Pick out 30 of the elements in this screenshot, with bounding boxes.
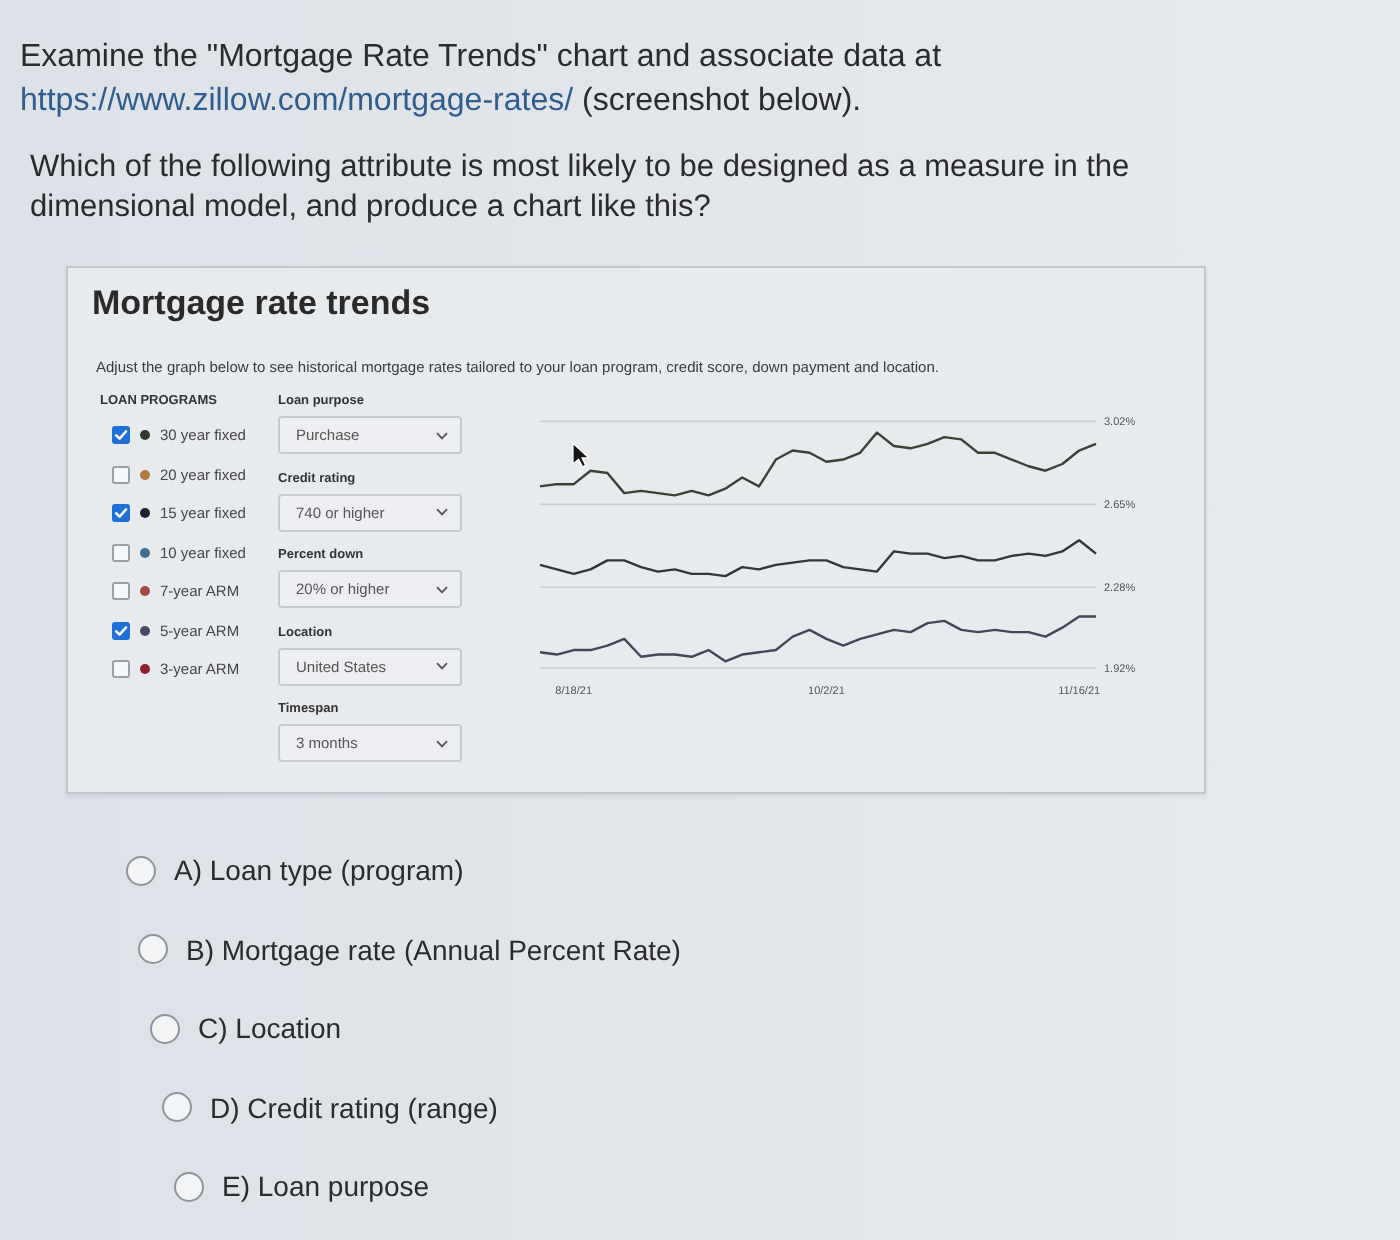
checkmark-icon — [114, 428, 128, 443]
option-label: E) Loan purpose — [222, 1168, 430, 1204]
question-prompt: Which of the following attribute is most likely to be designed as a measure in the dimensional model, and produce a chart like this? — [30, 148, 1132, 228]
checkbox[interactable] — [112, 660, 130, 679]
chevron-down-icon — [436, 508, 448, 516]
chevron-down-icon — [436, 431, 448, 439]
chevron-down-icon — [436, 585, 448, 593]
radio-button[interactable] — [162, 1092, 192, 1122]
chevron-down-icon — [436, 739, 448, 747]
option-label: B) Mortgage rate (Annual Percent Rate) — [186, 931, 681, 967]
checkbox[interactable] — [112, 504, 130, 523]
checkbox[interactable] — [112, 621, 130, 640]
checkbox[interactable] — [112, 543, 130, 562]
mouse-pointer-icon — [572, 442, 590, 468]
radio-button[interactable] — [126, 855, 156, 885]
option-label: D) Credit rating (range) — [210, 1089, 498, 1125]
question-text: Examine the "Mortgage Rate Trends" chart and associate data at https://www.zillow.com/mortgage-rates/ (screenshot below). — [20, 38, 944, 122]
radio-button[interactable] — [138, 934, 168, 964]
panel-title: Mortgage rate trends — [92, 284, 433, 324]
chevron-down-icon — [436, 662, 448, 670]
radio-button[interactable] — [174, 1171, 204, 1201]
checkmark-icon — [114, 623, 128, 638]
option-label: A) Loan type (program) — [174, 852, 464, 888]
checkbox[interactable] — [112, 426, 130, 445]
checkmark-icon — [114, 506, 128, 521]
url-link[interactable]: https://www.zillow.com/mortgage-rates/ — [20, 84, 574, 118]
radio-button[interactable] — [150, 1013, 180, 1043]
checkbox[interactable] — [112, 582, 130, 601]
checkbox[interactable] — [112, 465, 130, 484]
option-label: C) Location — [198, 1010, 342, 1046]
